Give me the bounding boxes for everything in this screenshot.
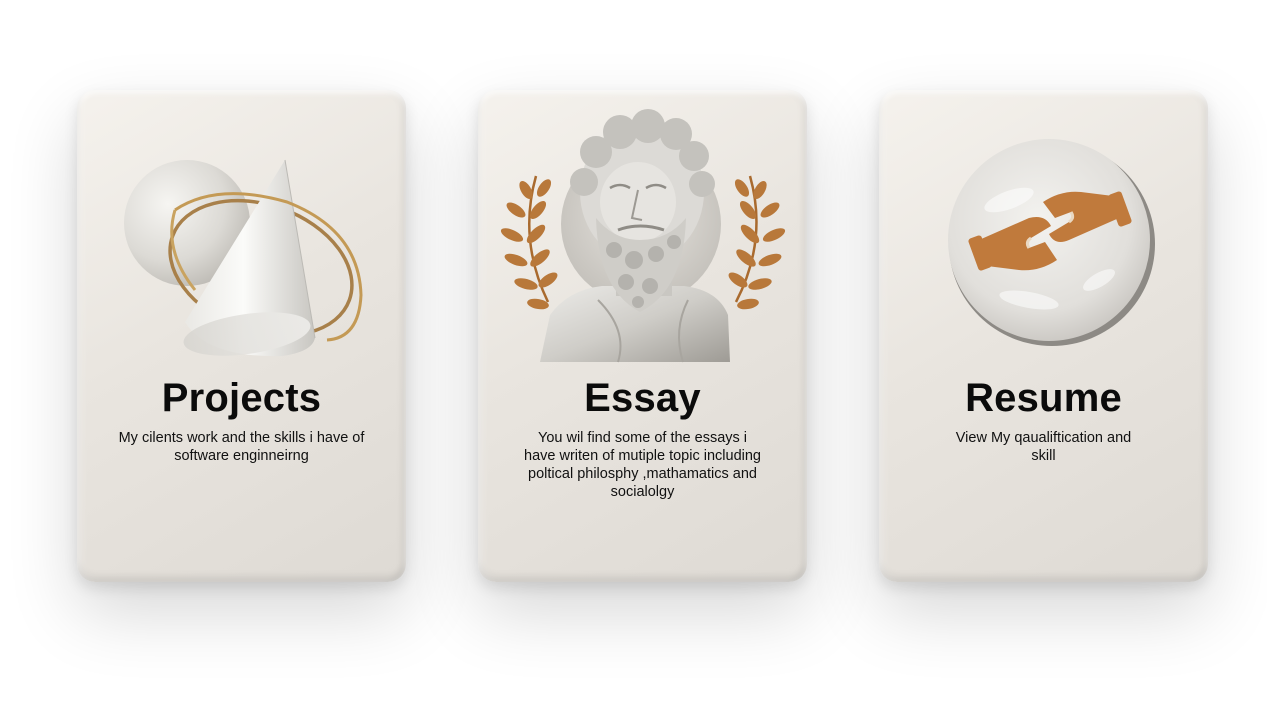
essay-card[interactable]: Essay You wil find some of the essays i … xyxy=(478,90,807,582)
handshake-icon xyxy=(948,139,1155,346)
philosopher-bust-icon xyxy=(500,109,786,363)
card-description: You wil find some of the essays i have w… xyxy=(524,430,761,500)
card-title: Projects xyxy=(161,376,322,420)
projects-card[interactable]: Projects My cilents work and the skills … xyxy=(77,90,406,582)
card-description: My cilents work and the skills i have of… xyxy=(118,430,365,464)
laurel-left-icon xyxy=(500,175,558,310)
cone-sphere-ring-icon xyxy=(124,159,363,357)
laurel-right-icon xyxy=(728,175,786,310)
card-title: Essay xyxy=(584,376,701,420)
resume-card[interactable]: Resume View My qaualiftication and skill xyxy=(879,90,1208,582)
card-title: Resume xyxy=(965,376,1122,420)
card-description: View My qaualiftication and skill xyxy=(955,430,1132,464)
cards-stage: Projects My cilents work and the skills … xyxy=(0,0,1267,711)
